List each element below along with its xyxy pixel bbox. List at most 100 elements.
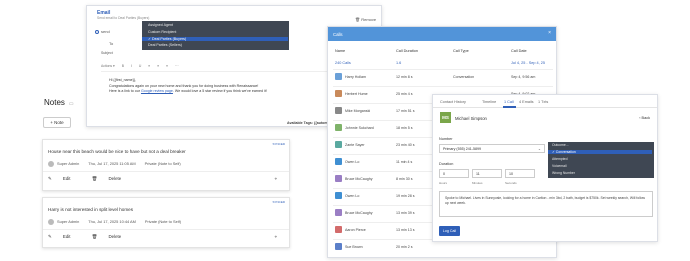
hours-unit: Hours xyxy=(439,181,448,185)
table-row[interactable]: Harry Hollam 12 min 8 s Conversation Sep 4,… xyxy=(333,69,553,84)
note-actions: ✎ Edit 🗑 Delete xyxy=(48,234,141,240)
trash-icon: 🗑 xyxy=(355,17,361,22)
number-label: Number xyxy=(439,137,453,141)
remove-label: Remove xyxy=(361,17,377,22)
delete-button[interactable]: 🗑 Delete xyxy=(92,176,132,181)
outcome-option[interactable]: Outcome... xyxy=(552,143,569,147)
calls-avg: 1.6 xyxy=(396,61,402,65)
recipient-option[interactable]: Assigned Agent xyxy=(148,23,173,27)
to-label: To xyxy=(109,41,114,46)
tab-texts[interactable]: 1 Txts xyxy=(538,100,548,104)
column-header-name[interactable]: Name xyxy=(335,49,345,53)
call-duration: 8 min 30 s xyxy=(396,177,413,181)
call-name[interactable]: Zante Sayer xyxy=(345,143,365,147)
outcome-option-selected[interactable]: ✓ Conversation xyxy=(548,149,652,154)
column-header-date[interactable]: Call Date xyxy=(511,49,527,53)
avatar xyxy=(335,158,342,165)
note-author: Super Admin xyxy=(57,161,80,167)
minutes-unit: Minutes xyxy=(472,181,483,185)
call-name[interactable]: Herbert Hume xyxy=(345,92,368,96)
note-meta: Super Admin Thu, Jul 17, 2025 10:44 AM Pri… xyxy=(48,219,190,225)
call-name[interactable]: Owen Lo xyxy=(345,160,359,164)
call-duration: 17 min 51 s xyxy=(396,109,415,113)
remove-button[interactable]: 🗑 Remove xyxy=(355,17,376,22)
note-author: Super Admin xyxy=(57,219,80,225)
trash-icon: 🗑 xyxy=(91,176,99,181)
call-duration: 19 min 28 s xyxy=(396,194,415,198)
note-date: Thu, Jul 17, 2025 11:05 AM xyxy=(88,161,136,167)
actions-menu[interactable]: Actions ▾ xyxy=(101,64,115,68)
number-select[interactable]: Primary (555) 241-5899 ⌄ xyxy=(439,144,545,153)
delete-button[interactable]: 🗑 Delete xyxy=(92,234,132,239)
avatar xyxy=(48,161,54,167)
list-button[interactable]: ≡ xyxy=(166,64,168,68)
radio-icon xyxy=(95,29,99,34)
edit-button[interactable]: ✎ Edit xyxy=(48,234,80,239)
divider xyxy=(43,171,289,172)
underline-button[interactable]: U xyxy=(139,64,141,68)
synced-badge: SYNCED xyxy=(272,200,285,204)
add-note-button[interactable]: + Note xyxy=(43,117,71,128)
italic-button[interactable]: I xyxy=(131,64,132,68)
align-left-button[interactable]: ≡ xyxy=(148,64,150,68)
history-tabs: Contact History Timeline 1 Call 4 Emails… xyxy=(433,95,657,108)
outcome-option[interactable]: Wrong Number xyxy=(552,171,575,175)
call-duration: 25 min 4 s xyxy=(396,92,413,96)
call-name[interactable]: Mike Morganski xyxy=(345,109,370,113)
calls-date-range: Jul 4, 25 - Sep 4, 25 xyxy=(511,61,545,65)
review-link[interactable]: Google review page xyxy=(141,89,173,93)
duration-minutes-input[interactable]: 11 xyxy=(472,169,502,178)
duration-seconds-input[interactable]: 10 xyxy=(505,169,535,178)
trash-icon: 🗑 xyxy=(91,234,99,239)
tab-calls[interactable]: 1 Call xyxy=(504,100,514,104)
call-duration: 13 min 39 s xyxy=(396,211,415,215)
call-name[interactable]: Bruce McCaughy xyxy=(345,211,373,215)
tab-emails[interactable]: 4 Emails xyxy=(519,100,534,104)
recipient-option[interactable]: Deal Parties (Sellers) xyxy=(148,43,182,47)
contact-name[interactable]: Michael Simpson xyxy=(455,116,487,121)
align-center-button[interactable]: ≡ xyxy=(157,64,159,68)
outcome-option[interactable]: Voicemail xyxy=(552,164,567,168)
pin-icon[interactable]: ⌖ xyxy=(274,234,277,239)
recipient-option[interactable]: Custom Recipient xyxy=(148,30,176,34)
calls-header: Calls xyxy=(328,27,556,41)
edit-button[interactable]: ✎ Edit xyxy=(48,176,80,181)
note-meta: Super Admin Thu, Jul 17, 2025 11:05 AM Pri… xyxy=(48,161,190,167)
pencil-icon: ✎ xyxy=(48,234,53,239)
synced-badge: SYNCED xyxy=(272,142,285,146)
close-icon[interactable]: × xyxy=(548,30,551,36)
call-name[interactable]: Aaron Pierce xyxy=(345,228,366,232)
avatar xyxy=(335,226,342,233)
duration-hours-input[interactable]: 0 xyxy=(439,169,469,178)
tab-contact-history[interactable]: Contact History xyxy=(440,100,466,104)
call-name[interactable]: Johnnie Sukchard xyxy=(345,126,374,130)
chevron-down-icon: ⌄ xyxy=(537,147,541,151)
call-name[interactable]: Sue Brown xyxy=(345,245,363,249)
call-name[interactable]: Harry Hollam xyxy=(345,75,366,79)
call-name[interactable]: Owen Lo xyxy=(345,194,359,198)
recipient-dropdown[interactable]: Assigned Agent Custom Recipient ✓ Deal P… xyxy=(142,21,289,50)
log-call-button[interactable]: Log Call xyxy=(439,226,460,236)
call-duration: 11 min 4 s xyxy=(396,160,413,164)
call-notes-textarea[interactable]: Spoke to Michael. Lives in Sunnyvale, lo… xyxy=(439,191,653,217)
more-button[interactable]: ⋯ xyxy=(175,64,178,68)
tab-timeline[interactable]: Timeline xyxy=(482,100,496,104)
note-actions: ✎ Edit 🗑 Delete xyxy=(48,176,141,182)
outcome-dropdown[interactable]: Outcome... ✓ Conversation Attempted Voic… xyxy=(548,142,654,178)
bold-button[interactable]: B xyxy=(122,64,124,68)
note-privacy: Private (Note to Self) xyxy=(144,161,181,167)
back-button[interactable]: ‹ Back xyxy=(639,116,650,120)
divider xyxy=(43,229,289,230)
pin-icon[interactable]: ⌖ xyxy=(274,176,277,181)
column-header-duration[interactable]: Call Duration xyxy=(396,49,418,53)
send-radio[interactable]: send xyxy=(95,29,110,34)
subject-label: Subject xyxy=(101,51,113,55)
send-label: send xyxy=(101,29,110,34)
recipient-option-selected[interactable]: ✓ Deal Parties (Buyers) xyxy=(142,36,288,41)
call-name[interactable]: Bruce McCaughy xyxy=(345,177,373,181)
avatar xyxy=(335,209,342,216)
outcome-option[interactable]: Attempted xyxy=(552,157,567,161)
column-header-type[interactable]: Call Type xyxy=(453,49,469,53)
email-subtitle: Send email to Deal Parties (Buyers) xyxy=(97,16,150,20)
calls-count[interactable]: 240 Calls xyxy=(335,61,351,65)
